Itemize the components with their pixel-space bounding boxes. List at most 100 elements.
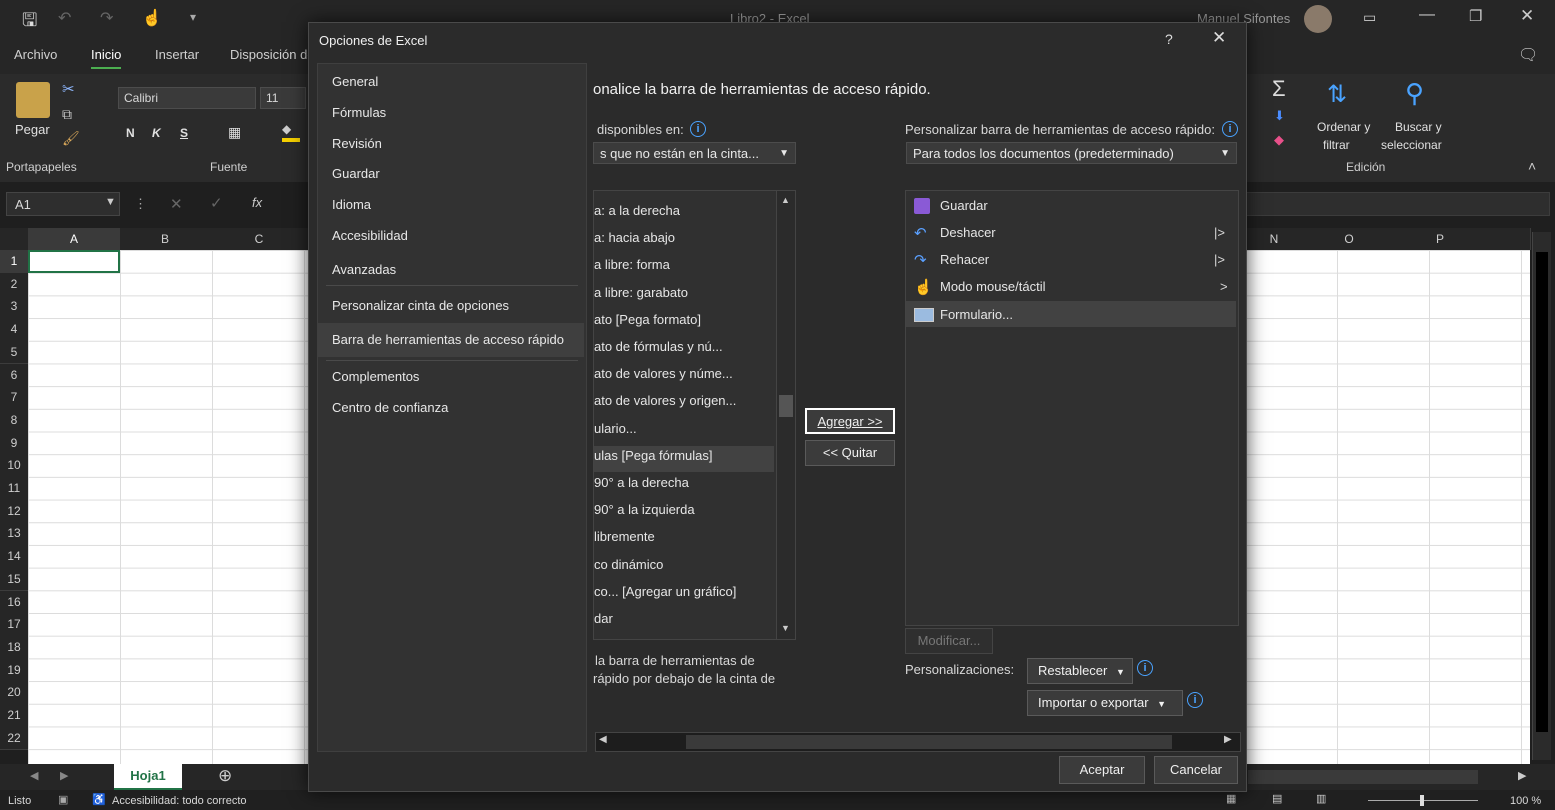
avatar[interactable] <box>1304 5 1332 33</box>
cut-icon[interactable]: ✂ <box>62 80 75 98</box>
maximize-icon[interactable]: ❐ <box>1469 7 1482 25</box>
row-header[interactable]: 16 <box>0 590 28 615</box>
find-select-label-1[interactable]: Buscar y <box>1395 120 1442 134</box>
column-header-c[interactable]: C <box>210 228 309 250</box>
ribbon-display-icon[interactable]: ▭ <box>1363 9 1376 26</box>
row-header[interactable]: 22 <box>0 726 28 751</box>
row-header[interactable]: 6 <box>0 363 28 388</box>
tab-insertar[interactable]: Insertar <box>155 47 199 62</box>
row-header[interactable]: 12 <box>0 499 28 524</box>
scroll-right-icon[interactable]: ▶ <box>1518 769 1526 782</box>
find-select-icon[interactable]: ⚲ <box>1405 78 1424 109</box>
select-all-corner[interactable] <box>0 228 28 250</box>
enter-icon[interactable]: ✓ <box>210 194 223 212</box>
cancel-icon[interactable]: ✕ <box>170 195 183 213</box>
fill-color-icon[interactable]: ◆ <box>282 122 300 142</box>
close-window-icon[interactable]: ✕ <box>1520 6 1534 26</box>
next-sheet-icon[interactable]: ▶ <box>60 769 68 782</box>
info-icon[interactable]: i <box>1137 660 1153 676</box>
dialog-scroll-thumb[interactable] <box>686 735 1172 749</box>
insert-function-icon[interactable]: fx <box>252 195 262 210</box>
row-header[interactable]: 8 <box>0 408 28 433</box>
available-commands-list[interactable]: a: a la derecha a: hacia abajo a libre: fo… <box>593 190 796 640</box>
command-list-item[interactable]: a: a la derecha <box>594 203 680 218</box>
nav-item-avanzadas[interactable]: Avanzadas <box>332 262 396 277</box>
nav-item-formulas[interactable]: Fórmulas <box>332 105 386 120</box>
row-header[interactable]: 7 <box>0 386 28 410</box>
qat-item-deshacer[interactable]: Deshacer <box>940 225 996 240</box>
row-header[interactable]: 5 <box>0 340 28 365</box>
nav-item-idioma[interactable]: Idioma <box>332 197 371 212</box>
cells-left[interactable] <box>28 250 308 764</box>
command-list-item[interactable]: ulas [Pega fórmulas] <box>594 448 713 463</box>
italic-button[interactable]: K <box>152 126 161 140</box>
fill-icon[interactable]: ⬇ <box>1274 108 1285 124</box>
row-header[interactable]: 3 <box>0 295 28 320</box>
command-list-item[interactable]: ato de fórmulas y nú... <box>594 339 723 354</box>
nav-item-accesibilidad[interactable]: Accesibilidad <box>332 228 408 243</box>
row-header[interactable]: 9 <box>0 431 28 456</box>
clear-icon[interactable]: ◆ <box>1274 132 1284 148</box>
sheet-tab-hoja1[interactable]: Hoja1 <box>114 764 182 790</box>
row-header[interactable]: 20 <box>0 681 28 705</box>
info-icon[interactable]: i <box>690 121 706 137</box>
save-icon[interactable]: 🖫 <box>22 8 37 38</box>
font-name-dropdown[interactable]: Calibri <box>118 87 256 109</box>
command-list-item[interactable]: dar <box>594 611 613 626</box>
page-break-icon[interactable]: ▥ <box>1316 792 1326 805</box>
modify-button[interactable]: Modificar... <box>905 628 993 654</box>
column-header-b[interactable]: B <box>120 228 211 250</box>
customize-qat-icon[interactable]: ▾ <box>190 10 196 24</box>
autosum-icon[interactable]: Σ <box>1272 76 1286 102</box>
tab-archivo[interactable]: Archivo <box>14 47 57 62</box>
add-button[interactable]: Agregar >> <box>805 408 895 434</box>
underline-button[interactable]: S <box>180 126 188 140</box>
qat-item-touch-mode[interactable]: Modo mouse/táctil <box>940 279 1046 294</box>
nav-item-customize-ribbon[interactable]: Personalizar cinta de opciones <box>332 298 509 313</box>
qat-scope-dropdown[interactable]: Para todos los documentos (predeterminad… <box>906 142 1237 164</box>
redo-icon[interactable]: ↷ <box>100 8 113 28</box>
horizontal-scroll-thumb[interactable] <box>1248 770 1478 784</box>
zoom-slider-thumb[interactable] <box>1420 795 1424 806</box>
row-header[interactable]: 18 <box>0 635 28 660</box>
row-header[interactable]: 4 <box>0 318 28 342</box>
undo-icon[interactable]: ↶ <box>58 8 71 28</box>
sort-filter-label-1[interactable]: Ordenar y <box>1317 120 1370 134</box>
command-list-item[interactable]: 90° a la derecha <box>594 475 689 490</box>
ok-button[interactable]: Aceptar <box>1059 756 1145 784</box>
command-list-item[interactable]: co dinámico <box>594 557 663 572</box>
add-sheet-icon[interactable]: ⊕ <box>218 766 232 786</box>
commands-scroll-thumb[interactable] <box>779 395 793 417</box>
show-below-ribbon-line2[interactable]: rápido por debajo de la cinta de <box>593 671 775 686</box>
active-cell[interactable] <box>28 250 120 273</box>
command-list-item[interactable]: libremente <box>594 529 655 544</box>
reset-button[interactable]: Restablecer ▼ <box>1027 658 1133 684</box>
command-list-item[interactable]: a libre: garabato <box>594 285 688 300</box>
command-list-item[interactable]: a: hacia abajo <box>594 230 675 245</box>
column-header-a[interactable]: A <box>28 228 121 250</box>
scroll-up-icon[interactable]: ▲ <box>781 195 790 205</box>
paste-label[interactable]: Pegar <box>15 122 50 137</box>
status-accessibility[interactable]: Accesibilidad: todo correcto <box>112 795 247 807</box>
row-header[interactable]: 2 <box>0 272 28 297</box>
row-header[interactable]: 1 <box>0 250 28 274</box>
show-below-ribbon-line1[interactable]: la barra de herramientas de <box>595 653 755 668</box>
sort-filter-icon[interactable]: ⇅ <box>1327 80 1347 109</box>
vertical-scrollbar[interactable] <box>1532 232 1551 760</box>
normal-view-icon[interactable]: ▦ <box>1226 792 1236 805</box>
font-size-dropdown[interactable]: 11 <box>260 87 306 109</box>
borders-icon[interactable]: ▦ <box>228 124 241 141</box>
touch-mode-icon[interactable]: ☝ <box>142 8 162 28</box>
bold-button[interactable]: N <box>126 126 135 140</box>
name-box[interactable]: A1 ▼ <box>6 192 120 216</box>
column-header-n[interactable]: N <box>1245 228 1304 250</box>
dialog-horizontal-scrollbar[interactable]: ◀ ▶ <box>595 732 1241 752</box>
cancel-button[interactable]: Cancelar <box>1154 756 1238 784</box>
cells-right[interactable] <box>1245 250 1530 764</box>
commands-scrollbar[interactable]: ▲ ▼ <box>776 191 795 639</box>
sort-filter-label-2[interactable]: filtrar <box>1323 138 1350 152</box>
info-icon[interactable]: i <box>1222 121 1238 137</box>
macro-record-icon[interactable]: ▣ <box>58 793 68 806</box>
vertical-scroll-thumb[interactable] <box>1536 252 1548 732</box>
row-header[interactable]: 15 <box>0 567 28 592</box>
